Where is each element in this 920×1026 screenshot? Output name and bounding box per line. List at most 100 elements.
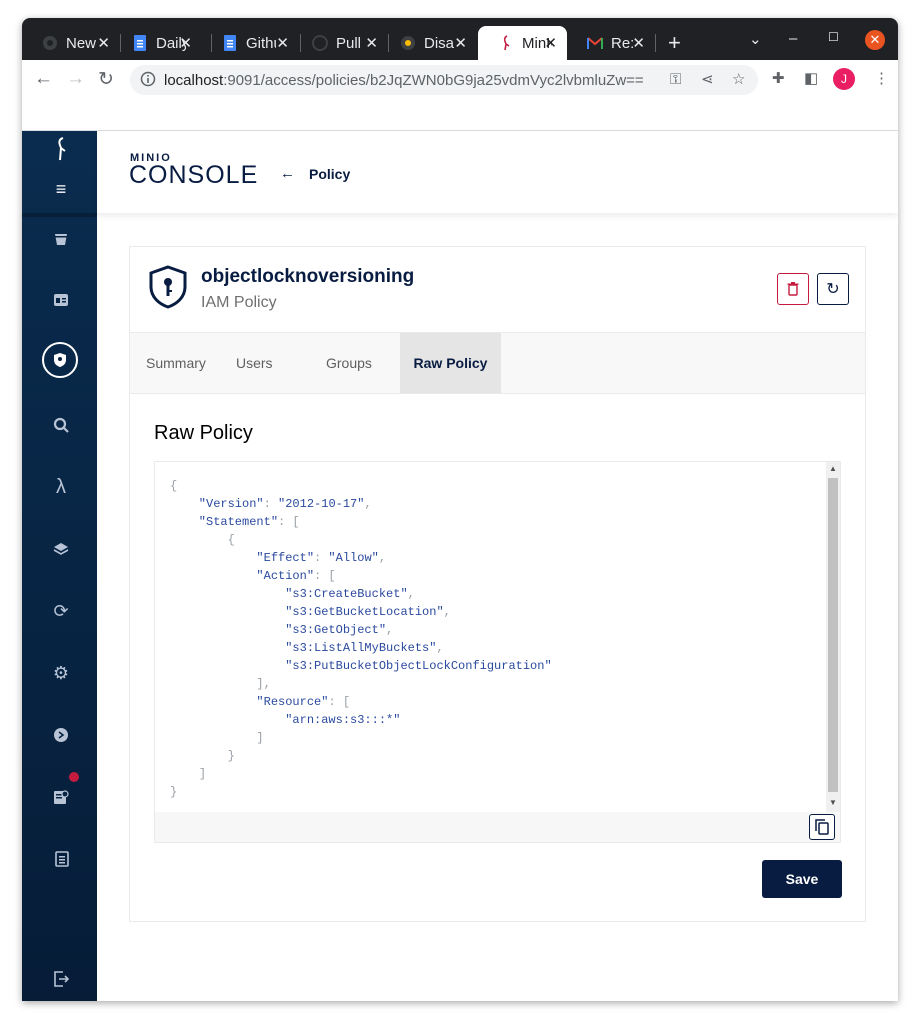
minio-icon — [498, 35, 514, 51]
monitoring-search-icon[interactable] — [49, 413, 73, 437]
documentation-icon[interactable] — [49, 847, 73, 871]
scroll-up-icon[interactable]: ▲ — [829, 464, 837, 473]
layers-icon[interactable] — [49, 537, 73, 561]
minimize-icon[interactable]: – — [789, 30, 797, 47]
tab-label: Disa — [424, 34, 454, 52]
editor-scrollbar[interactable]: ▲ ▼ — [826, 462, 840, 812]
copy-icon — [815, 819, 829, 835]
scroll-down-icon[interactable]: ▼ — [829, 798, 837, 807]
support-icon[interactable] — [49, 723, 73, 747]
tab-label: Github — [246, 34, 276, 52]
policy-shield-icon — [148, 265, 188, 309]
tab-label: Pull — [336, 34, 362, 52]
docs-icon — [132, 35, 148, 51]
resource-value: arn:aws:s3:::* — [292, 713, 394, 727]
sync-icon[interactable]: ⟳ — [49, 599, 73, 623]
app-sidebar: ≡ λ ⟳ ⚙ — [22, 131, 97, 1001]
action-value: s3:ListAllMyBuckets — [292, 641, 430, 655]
minio-logo-icon[interactable] — [49, 137, 73, 161]
tab-search-chevron-icon[interactable]: ⌄ — [749, 30, 762, 48]
side-panel-icon[interactable]: ◧ — [804, 69, 818, 87]
policy-editor[interactable]: { "Version": "2012-10-17", "Statement": … — [154, 461, 841, 843]
policy-header: objectlocknoversioning IAM Policy ↻ — [130, 247, 865, 333]
tab-separator — [655, 34, 656, 52]
tab-summary[interactable]: Summary — [146, 333, 206, 393]
license-icon[interactable] — [49, 785, 73, 809]
browser-tab[interactable]: New Tab ✕ — [22, 26, 120, 60]
identity-card-icon[interactable] — [49, 288, 73, 312]
hamburger-menu-icon[interactable]: ≡ — [49, 177, 73, 201]
docs-icon — [222, 35, 238, 51]
reload-icon[interactable]: ↻ — [98, 68, 114, 91]
browser-tab-active[interactable]: MinIO ✕ — [478, 26, 567, 60]
address-bar[interactable]: localhost:9091/access/policies/b2JqZWN0b… — [130, 65, 758, 95]
tab-strip: New Tab ✕ Daily ✕ Github ✕ Pull ✕ Disa ✕ — [22, 18, 898, 60]
browser-toolbar: ← → ↻ localhost:9091/access/policies/b2J… — [22, 60, 898, 100]
refresh-button[interactable]: ↻ — [817, 273, 849, 305]
refresh-icon: ↻ — [826, 281, 840, 298]
app-header: MINIO CONSOLE ← Policy — [97, 131, 898, 213]
buckets-icon[interactable] — [49, 227, 73, 251]
share-icon[interactable]: ⋖ — [701, 70, 714, 88]
back-to-policy-link[interactable]: ← Policy — [280, 165, 350, 182]
new-tab-button[interactable]: + — [668, 30, 681, 56]
delete-policy-button[interactable] — [777, 273, 809, 305]
github-icon — [312, 35, 328, 51]
chrome-icon — [400, 35, 416, 51]
url-text[interactable]: localhost:9091/access/policies/b2JqZWN0b… — [164, 72, 644, 89]
notification-dot — [69, 772, 79, 782]
policy-name: objectlocknoversioning — [201, 266, 415, 287]
avatar[interactable]: J — [833, 68, 855, 90]
maximize-icon[interactable]: ☐ — [828, 30, 839, 44]
tab-users[interactable]: Users — [236, 333, 273, 393]
back-link-label: Policy — [309, 165, 351, 182]
url-path: :9091/access/policies/b2JqZWN0bG9ja25vdm… — [223, 72, 644, 89]
gmail-icon — [587, 35, 603, 51]
trash-icon — [787, 282, 799, 296]
policy-json-text[interactable]: { "Version": "2012-10-17", "Statement": … — [170, 477, 552, 801]
bookmark-star-icon[interactable]: ☆ — [732, 70, 745, 88]
browser-tab[interactable]: Github ✕ — [202, 26, 299, 60]
chrome-icon — [42, 35, 58, 51]
tab-raw-policy[interactable]: Raw Policy — [400, 333, 501, 393]
section-title: Raw Policy — [154, 422, 253, 444]
browser-tab[interactable]: Disa ✕ — [380, 26, 477, 60]
policy-type: IAM Policy — [201, 294, 277, 311]
close-icon[interactable]: ✕ — [454, 34, 467, 52]
browser-tab[interactable]: Daily ✕ — [112, 26, 202, 60]
browser-tab[interactable]: Re: ✕ — [567, 26, 655, 60]
forward-arrow-icon[interactable]: → — [66, 68, 85, 90]
action-value: s3:GetBucketLocation — [292, 605, 437, 619]
version-value: 2012-10-17 — [285, 497, 358, 511]
policy-card: objectlocknoversioning IAM Policy ↻ Summ… — [129, 246, 866, 922]
close-icon[interactable]: ✕ — [544, 34, 557, 52]
copy-button[interactable] — [809, 814, 835, 840]
lambda-icon[interactable]: λ — [49, 475, 73, 499]
policy-tabs: Summary Users Groups Raw Policy — [130, 333, 865, 394]
action-value: s3:GetObject — [292, 623, 379, 637]
divider — [22, 213, 97, 217]
close-icon[interactable]: ✕ — [276, 34, 289, 52]
tab-groups[interactable]: Groups — [326, 333, 372, 393]
close-icon[interactable]: ✕ — [97, 34, 110, 52]
key-icon[interactable]: ⚿ — [670, 71, 681, 88]
access-policy-shield-icon[interactable] — [42, 342, 78, 378]
extensions-icon[interactable]: ✚ — [772, 69, 785, 87]
menu-dots-icon[interactable]: ⋮ — [874, 69, 889, 87]
browser-tab[interactable]: Pull ✕ — [292, 26, 388, 60]
close-icon[interactable]: ✕ — [179, 34, 192, 52]
close-icon[interactable]: ✕ — [365, 34, 378, 52]
window-close-icon[interactable]: ✕ — [865, 30, 885, 50]
scrollbar-thumb[interactable] — [828, 478, 838, 792]
code-area[interactable]: { "Version": "2012-10-17", "Statement": … — [155, 462, 826, 812]
settings-gear-icon[interactable]: ⚙ — [49, 661, 73, 685]
logo-console: CONSOLE — [129, 161, 259, 189]
action-value: s3:PutBucketObjectLockConfiguration — [292, 659, 545, 673]
browser-window: New Tab ✕ Daily ✕ Github ✕ Pull ✕ Disa ✕ — [22, 18, 898, 1001]
save-button[interactable]: Save — [762, 860, 842, 898]
url-host: localhost — [164, 72, 224, 89]
logout-icon[interactable] — [49, 967, 73, 991]
close-icon[interactable]: ✕ — [632, 34, 645, 52]
back-arrow-icon[interactable]: ← — [34, 68, 53, 90]
info-icon[interactable] — [140, 71, 156, 87]
